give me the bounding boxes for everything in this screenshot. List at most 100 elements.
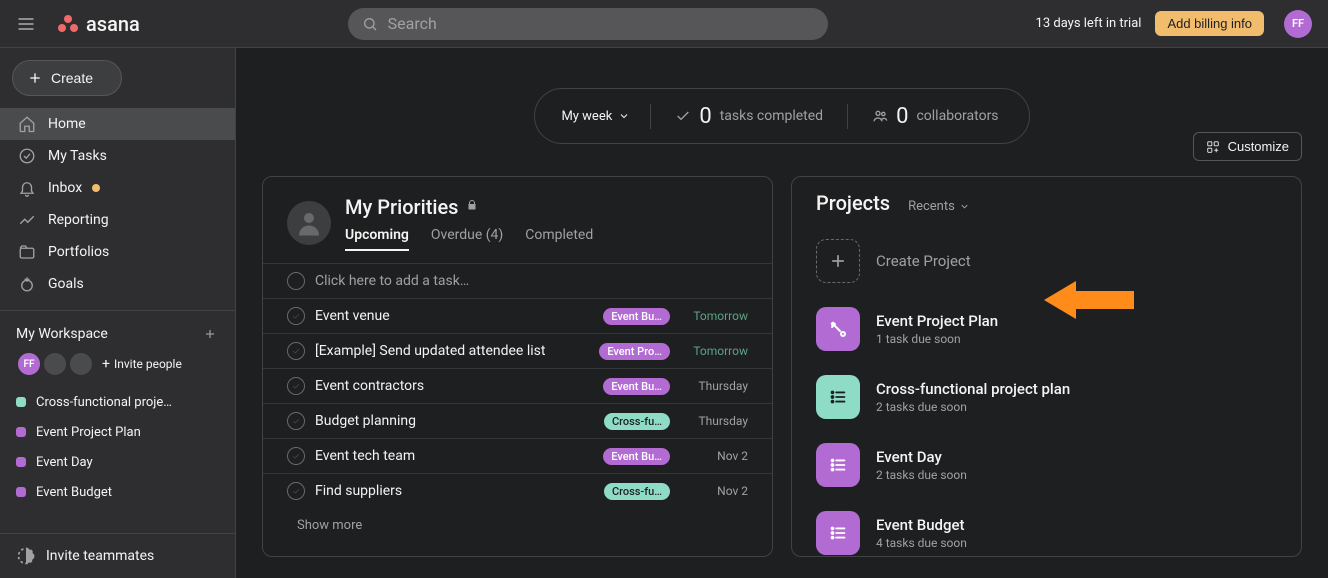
sidebar-project-item[interactable]: Event Day	[8, 447, 227, 477]
create-button[interactable]: Create	[12, 60, 122, 96]
task-name[interactable]: Budget planning	[315, 413, 594, 429]
complete-task-button[interactable]	[287, 447, 305, 465]
member-avatar-empty[interactable]	[42, 351, 68, 377]
project-subtext: 2 tasks due soon	[876, 400, 1070, 414]
plus-tile-icon	[816, 239, 860, 283]
project-card-item[interactable]: Event Project Plan 1 task due soon	[816, 295, 1277, 363]
project-color-swatch	[16, 427, 26, 437]
show-more-button[interactable]: Show more	[263, 508, 772, 543]
task-name[interactable]: Event venue	[315, 308, 593, 324]
member-avatar[interactable]: FF	[16, 351, 42, 377]
sidebar: Create Home My Tasks Inbox Reporting Portfol…	[0, 48, 236, 578]
task-name[interactable]: Event tech team	[315, 448, 593, 464]
task-row[interactable]: Find suppliersCross-fu…Nov 2	[263, 473, 772, 508]
task-project-tag[interactable]: Cross-fu…	[604, 483, 670, 500]
project-color-swatch	[16, 457, 26, 467]
add-task-input[interactable]: Click here to add a task…	[263, 263, 772, 298]
project-subtext: 2 tasks due soon	[876, 468, 967, 482]
sidebar-project-item[interactable]: Event Budget	[8, 477, 227, 507]
silhouette-icon	[294, 208, 324, 238]
complete-task-button[interactable]	[287, 412, 305, 430]
customize-button[interactable]: Customize	[1193, 132, 1302, 161]
check-icon	[675, 108, 691, 124]
project-meta: Event Project Plan 1 task due soon	[876, 312, 998, 346]
recents-dropdown[interactable]: Recents	[908, 199, 970, 214]
menu-toggle-button[interactable]	[10, 8, 42, 40]
sidebar-item-home[interactable]: Home	[0, 108, 235, 140]
task-due-date: Thursday	[680, 414, 748, 428]
project-meta: Cross-functional project plan2 tasks due…	[876, 380, 1070, 414]
project-tile-icon	[816, 307, 860, 351]
sidebar-item-portfolios[interactable]: Portfolios	[0, 236, 235, 268]
trial-countdown: 13 days left in trial	[1036, 16, 1142, 31]
task-project-tag[interactable]: Event Bu…	[603, 448, 670, 465]
project-name: Event Project Plan	[876, 312, 998, 330]
task-project-tag[interactable]: Event Pro…	[599, 343, 670, 360]
profile-avatar[interactable]: FF	[1284, 10, 1312, 38]
task-row[interactable]: Event tech teamEvent Bu…Nov 2	[263, 438, 772, 473]
search-input[interactable]: Search	[348, 8, 828, 40]
task-project-tag[interactable]: Event Bu…	[603, 378, 670, 395]
main-content: My week 0 tasks completed 0 collaborator…	[236, 48, 1328, 578]
sidebar-item-my-tasks[interactable]: My Tasks	[0, 140, 235, 172]
workspace-header[interactable]: My Workspace	[0, 311, 235, 351]
project-card-item[interactable]: Cross-functional project plan2 tasks due…	[816, 363, 1277, 431]
logo[interactable]: asana	[56, 12, 140, 36]
my-week-dropdown[interactable]: My week	[541, 109, 650, 124]
sidebar-item-goals[interactable]: Goals	[0, 268, 235, 300]
invite-teammates-button[interactable]: Invite teammates	[0, 533, 235, 578]
add-to-workspace-button[interactable]	[201, 325, 219, 343]
complete-task-button[interactable]	[287, 307, 305, 325]
task-name[interactable]: [Example] Send updated attendee list	[315, 343, 589, 359]
task-row[interactable]: [Example] Send updated attendee list Even…	[263, 333, 772, 368]
project-label: Event Day	[36, 455, 93, 470]
tab-overdue[interactable]: Overdue (4)	[431, 227, 503, 251]
tab-completed[interactable]: Completed	[525, 227, 593, 251]
topbar: asana Search 13 days left in trial Add b…	[0, 0, 1328, 48]
create-project-label: Create Project	[876, 252, 971, 270]
member-avatar-empty[interactable]	[68, 351, 94, 377]
priorities-tabs: Upcoming Overdue (4) Completed	[345, 227, 593, 251]
projects-card: Projects Recents Create Project Event Pr…	[791, 176, 1302, 557]
chart-icon	[18, 211, 36, 229]
check-circle-icon	[18, 147, 36, 165]
user-avatar[interactable]	[287, 201, 331, 245]
add-billing-button[interactable]: Add billing info	[1155, 11, 1264, 36]
target-icon	[18, 275, 36, 293]
invite-people-button[interactable]: + Invite people	[102, 356, 182, 372]
check-circle-icon	[287, 272, 305, 290]
sidebar-project-item[interactable]: Cross-functional proje…	[8, 387, 227, 417]
collaborators-stat[interactable]: 0 collaborators	[847, 104, 1022, 129]
chevron-down-icon	[959, 201, 970, 212]
create-project-button[interactable]: Create Project	[816, 227, 1277, 295]
sidebar-item-label: Inbox	[48, 180, 82, 196]
task-project-tag[interactable]: Event Bu…	[603, 308, 670, 325]
complete-task-button[interactable]	[287, 482, 305, 500]
sidebar-item-label: Portfolios	[48, 244, 109, 260]
sidebar-item-reporting[interactable]: Reporting	[0, 204, 235, 236]
task-row[interactable]: Event contractors Event Bu… Thursday	[263, 368, 772, 403]
tab-upcoming[interactable]: Upcoming	[345, 227, 409, 251]
workspace-name: My Workspace	[16, 326, 108, 342]
project-card-item[interactable]: Event Budget4 tasks due soon	[816, 499, 1277, 556]
card-header: My Priorities Upcoming Overdue (4) Compl…	[263, 195, 772, 251]
task-project-tag[interactable]: Cross-fu…	[604, 413, 670, 430]
task-row[interactable]: Budget planning Cross-fu… Thursday	[263, 403, 772, 438]
project-card-item[interactable]: Event Day2 tasks due soon	[816, 431, 1277, 499]
task-due-date: Thursday	[680, 379, 748, 393]
home-icon	[18, 115, 36, 133]
project-subtext: 1 task due soon	[876, 332, 998, 346]
people-icon	[872, 108, 888, 124]
complete-task-button[interactable]	[287, 342, 305, 360]
task-row[interactable]: Event venueEvent Bu…Tomorrow	[263, 298, 772, 333]
complete-task-button[interactable]	[287, 377, 305, 395]
task-name[interactable]: Event contractors	[315, 378, 593, 394]
hamburger-icon	[16, 14, 36, 34]
project-label: Event Budget	[36, 485, 112, 500]
sidebar-item-label: Home	[48, 116, 86, 132]
lock-icon	[466, 199, 478, 215]
tasks-completed-stat[interactable]: 0 tasks completed	[650, 104, 847, 129]
sidebar-project-item[interactable]: Event Project Plan	[8, 417, 227, 447]
task-name[interactable]: Find suppliers	[315, 483, 594, 499]
sidebar-item-inbox[interactable]: Inbox	[0, 172, 235, 204]
